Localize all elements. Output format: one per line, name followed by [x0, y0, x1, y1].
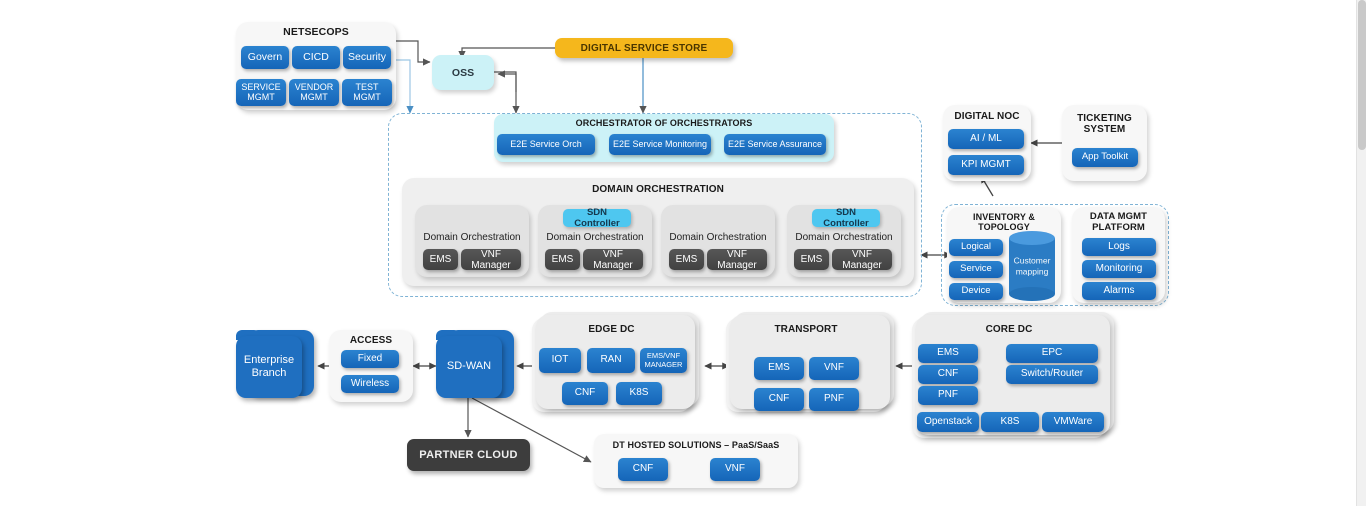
e2e-service-assurance-button[interactable]: E2E Service Assurance [724, 134, 826, 155]
core-dc-title: CORE DC [985, 324, 1033, 335]
access-title: ACCESS [349, 335, 393, 346]
domain-4-vnf-manager-button[interactable]: VNF Manager [832, 249, 892, 271]
domain-3-vnf-manager-button[interactable]: VNF Manager [707, 249, 767, 271]
data-mgmt-title-line2: PLATFORM [1092, 221, 1145, 233]
core-dc-ems-button[interactable]: EMS [918, 344, 978, 363]
core-dc-epc-button[interactable]: EPC [1006, 344, 1098, 363]
scrollbar-vertical[interactable] [1356, 0, 1366, 506]
core-dc-pnf-button[interactable]: PNF [918, 386, 978, 405]
scrollbar-thumb[interactable] [1358, 0, 1366, 150]
netsecops-govern-button[interactable]: Govern [241, 46, 289, 69]
sdwan-node[interactable]: SD-WAN [436, 336, 502, 398]
digital-service-store-box[interactable]: DIGITAL SERVICE STORE [555, 38, 733, 58]
diagram-canvas: NETSECOPS Govern CICD Security SERVICE M… [0, 0, 1366, 506]
inventory-device-button[interactable]: Device [949, 283, 1003, 300]
ticketing-title-line1: TICKETING [1077, 113, 1132, 124]
core-dc-switch-router-button[interactable]: Switch/Router [1006, 365, 1098, 384]
inventory-title-line1: INVENTORY & [973, 212, 1035, 222]
netsecops-test-mgmt-button[interactable]: TEST MGMT [342, 79, 392, 106]
transport-ems-button[interactable]: EMS [754, 357, 804, 380]
domain-1-vnf-manager-button[interactable]: VNF Manager [461, 249, 521, 271]
data-mgmt-monitoring-button[interactable]: Monitoring [1082, 260, 1156, 278]
domain-3-ems-button[interactable]: EMS [669, 249, 704, 270]
e2e-service-monitoring-button[interactable]: E2E Service Monitoring [609, 134, 711, 155]
edge-dc-title: EDGE DC [588, 324, 635, 335]
oss-label: OSS [451, 66, 475, 79]
domain-orchestration-title: DOMAIN ORCHESTRATION [592, 184, 724, 195]
domain-2-ems-button[interactable]: EMS [545, 249, 580, 270]
inventory-service-button[interactable]: Service [949, 261, 1003, 278]
transport-vnf-button[interactable]: VNF [809, 357, 859, 380]
edge-dc-k8s-button[interactable]: K8S [616, 382, 662, 405]
access-fixed-button[interactable]: Fixed [341, 350, 399, 368]
netsecops-security-button[interactable]: Security [343, 46, 391, 69]
partner-cloud-box[interactable]: PARTNER CLOUD [407, 439, 530, 471]
core-dc-k8s-button[interactable]: K8S [981, 412, 1039, 432]
digital-noc-kpi-mgmt-button[interactable]: KPI MGMT [948, 155, 1024, 175]
netsecops-vendor-mgmt-button[interactable]: VENDOR MGMT [289, 79, 339, 106]
core-dc-openstack-button[interactable]: Openstack [917, 412, 979, 432]
domain-4-ems-button[interactable]: EMS [794, 249, 829, 270]
inventory-logical-button[interactable]: Logical [949, 239, 1003, 256]
orchestrator-title: ORCHESTRATOR OF ORCHESTRATORS [575, 118, 753, 128]
netsecops-service-mgmt-button[interactable]: SERVICE MGMT [236, 79, 286, 106]
netsecops-cicd-button[interactable]: CICD [292, 46, 340, 69]
netsecops-title: NETSECOPS [283, 26, 349, 38]
transport-cnf-button[interactable]: CNF [754, 388, 804, 411]
oss-box[interactable]: OSS [432, 55, 494, 90]
data-mgmt-logs-button[interactable]: Logs [1082, 238, 1156, 256]
domain-column-3-label: Domain Orchestration [669, 232, 767, 243]
domain-2-sdn-controller-button[interactable]: SDN Controller [563, 207, 631, 229]
dt-hosted-title: DT HOSTED SOLUTIONS – PaaS/SaaS [612, 440, 780, 450]
domain-column-2-label: Domain Orchestration [546, 232, 644, 243]
edge-dc-cnf-button[interactable]: CNF [562, 382, 608, 405]
domain-2-vnf-manager-button[interactable]: VNF Manager [583, 249, 643, 271]
ticketing-system-panel: TICKETING SYSTEM [1062, 105, 1147, 181]
digital-noc-title: DIGITAL NOC [954, 111, 1020, 122]
domain-column-4-label: Domain Orchestration [795, 232, 893, 243]
transport-title: TRANSPORT [774, 324, 838, 335]
edge-dc-ran-button[interactable]: RAN [587, 348, 635, 373]
transport-panel: TRANSPORT [726, 312, 894, 412]
digital-noc-ai-ml-button[interactable]: AI / ML [948, 129, 1024, 149]
transport-pnf-button[interactable]: PNF [809, 388, 859, 411]
data-mgmt-alarms-button[interactable]: Alarms [1082, 282, 1156, 300]
domain-4-sdn-controller-button[interactable]: SDN Controller [812, 207, 880, 229]
domain-1-ems-button[interactable]: EMS [423, 249, 458, 270]
data-mgmt-title-line1: DATA MGMT [1089, 211, 1148, 222]
customer-mapping-label: Customer mapping [1013, 255, 1051, 276]
dt-hosted-cnf-button[interactable]: CNF [618, 458, 668, 481]
access-wireless-button[interactable]: Wireless [341, 375, 399, 393]
core-dc-vmware-button[interactable]: VMWare [1042, 412, 1104, 432]
e2e-service-orch-button[interactable]: E2E Service Orch [497, 134, 595, 155]
core-dc-cnf-button[interactable]: CNF [918, 365, 978, 384]
dt-hosted-vnf-button[interactable]: VNF [710, 458, 760, 481]
edge-dc-iot-button[interactable]: IOT [539, 348, 581, 373]
ticketing-app-toolkit-button[interactable]: App Toolkit [1072, 148, 1138, 167]
enterprise-branch-node[interactable]: Enterprise Branch [236, 336, 302, 398]
customer-mapping-cylinder: Customer mapping [1009, 231, 1055, 301]
ticketing-title-line2: SYSTEM [1083, 124, 1126, 136]
edge-dc-ems-vnf-manager-button[interactable]: EMS/VNF MANAGER [640, 348, 687, 373]
domain-column-1-label: Domain Orchestration [423, 232, 521, 243]
